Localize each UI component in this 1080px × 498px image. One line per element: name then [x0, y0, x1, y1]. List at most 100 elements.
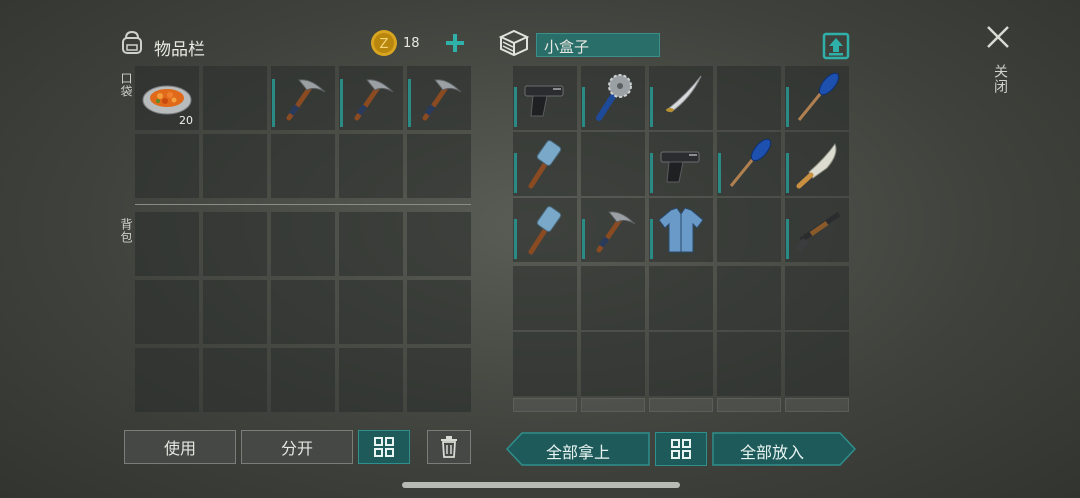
empty-slot[interactable]: [717, 198, 781, 262]
empty-slot[interactable]: [407, 134, 471, 198]
item-slot-pickaxe[interactable]: [271, 66, 335, 130]
container-name: 小盒子: [544, 38, 590, 56]
empty-slot[interactable]: [271, 348, 335, 412]
empty-slot[interactable]: [135, 280, 199, 344]
take-all-button[interactable]: 全部拿上: [506, 432, 650, 466]
close-icon: [987, 26, 1009, 48]
close-label: 关闭: [992, 64, 1008, 94]
empty-slot[interactable]: [339, 134, 403, 198]
upload-icon: [822, 32, 850, 60]
backpack-icon: [118, 28, 146, 60]
trash-button[interactable]: [427, 430, 471, 464]
empty-slot[interactable]: [717, 398, 781, 412]
empty-slot[interactable]: [203, 280, 267, 344]
sort-inventory-button[interactable]: [358, 430, 410, 464]
durability-bar: [272, 79, 275, 127]
use-button[interactable]: 使用: [124, 430, 236, 464]
split-button[interactable]: 分开: [241, 430, 353, 464]
empty-slot[interactable]: [649, 332, 713, 396]
empty-slot[interactable]: [717, 66, 781, 130]
empty-slot[interactable]: [649, 398, 713, 412]
backpack-label: 背包: [119, 218, 133, 244]
grid-sort-icon: [374, 437, 394, 457]
item-slot-shotgun[interactable]: [785, 198, 849, 262]
item-slot-pickaxe[interactable]: [339, 66, 403, 130]
item-slot-paddle[interactable]: [785, 66, 849, 130]
upload-button[interactable]: [822, 32, 850, 60]
empty-slot[interactable]: [785, 266, 849, 330]
container-name-field[interactable]: 小盒子: [536, 33, 660, 57]
durability-bar: [340, 79, 343, 127]
empty-slot[interactable]: [717, 332, 781, 396]
durability-bar: [408, 79, 411, 127]
empty-slot[interactable]: [513, 398, 577, 412]
item-slot-pistol[interactable]: [513, 66, 577, 130]
empty-slot[interactable]: [271, 280, 335, 344]
sledgehammer-icon: [528, 140, 562, 189]
grid-sort-icon: [671, 439, 691, 459]
item-slot-sledgehammer[interactable]: [513, 132, 577, 196]
empty-slot[interactable]: [785, 398, 849, 412]
empty-slot[interactable]: [581, 132, 645, 196]
item-slot-stew-plate[interactable]: 20: [135, 66, 199, 130]
empty-slot[interactable]: [135, 212, 199, 276]
pocket-label: 口袋: [119, 72, 133, 98]
item-slot-pickaxe[interactable]: [581, 198, 645, 262]
empty-slot[interactable]: [407, 280, 471, 344]
pistol-icon: [524, 85, 564, 117]
durability-bar: [582, 87, 585, 127]
empty-slot[interactable]: [339, 280, 403, 344]
pistol-icon: [660, 151, 700, 183]
inventory-title: 物品栏: [154, 40, 205, 60]
pickaxe-icon: [422, 79, 462, 121]
saw-club-icon: [596, 74, 632, 121]
put-all-button[interactable]: 全部放入: [712, 432, 856, 466]
durability-bar: [650, 219, 653, 259]
empty-slot[interactable]: [581, 398, 645, 412]
empty-slot[interactable]: [581, 266, 645, 330]
sort-container-button[interactable]: [655, 432, 707, 466]
empty-slot[interactable]: [785, 332, 849, 396]
close-button[interactable]: [983, 22, 1013, 52]
put-all-label: 全部放入: [740, 443, 805, 462]
empty-slot[interactable]: [135, 134, 199, 198]
trash-icon: [441, 436, 457, 458]
empty-slot[interactable]: [203, 348, 267, 412]
section-divider: [135, 204, 471, 205]
durability-bar: [786, 219, 789, 259]
pickaxe-icon: [596, 211, 636, 253]
empty-slot[interactable]: [407, 212, 471, 276]
durability-bar: [582, 219, 585, 259]
durability-bar: [786, 87, 789, 127]
empty-slot[interactable]: [649, 266, 713, 330]
empty-slot[interactable]: [581, 332, 645, 396]
empty-slot[interactable]: [717, 266, 781, 330]
empty-slot[interactable]: [513, 266, 577, 330]
item-slot-saw-club[interactable]: [581, 66, 645, 130]
coin-icon: Z: [370, 29, 398, 61]
add-coins-button[interactable]: [444, 32, 466, 54]
durability-bar: [650, 153, 653, 193]
empty-slot[interactable]: [339, 212, 403, 276]
item-slot-shirt[interactable]: [649, 198, 713, 262]
item-slot-pickaxe[interactable]: [407, 66, 471, 130]
item-slot-paddle[interactable]: [717, 132, 781, 196]
item-slot-sledgehammer[interactable]: [513, 198, 577, 262]
empty-slot[interactable]: [203, 212, 267, 276]
empty-slot[interactable]: [339, 348, 403, 412]
paddle-icon: [729, 138, 772, 187]
item-slot-machete[interactable]: [785, 132, 849, 196]
item-slot-pistol[interactable]: [649, 132, 713, 196]
durability-bar: [650, 87, 653, 127]
empty-slot[interactable]: [513, 332, 577, 396]
empty-slot[interactable]: [135, 348, 199, 412]
empty-slot[interactable]: [271, 134, 335, 198]
item-slot-katana[interactable]: [649, 66, 713, 130]
shotgun-icon: [795, 211, 841, 252]
empty-slot[interactable]: [407, 348, 471, 412]
coin-count: 18: [403, 36, 420, 51]
empty-slot[interactable]: [203, 66, 267, 130]
empty-slot[interactable]: [271, 212, 335, 276]
sledgehammer-icon: [528, 206, 562, 255]
empty-slot[interactable]: [203, 134, 267, 198]
